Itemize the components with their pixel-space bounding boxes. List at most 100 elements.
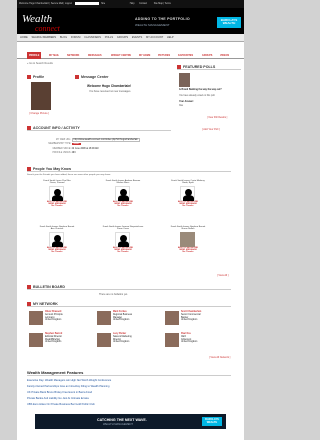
- nav-item-events[interactable]: EVENTS: [132, 36, 142, 39]
- view-all-network-link[interactable]: [ View All Network ]: [209, 356, 230, 359]
- feature-link[interactable]: UK Private Bank Bruno Broley Free Event …: [27, 391, 92, 394]
- header-banner: Wealth connect ADDING TO THE PORTFOLIO W…: [17, 8, 244, 34]
- bulletin-heading: BULLETIN BOARD: [27, 284, 231, 290]
- poll-voted-note: You have already voted on this poll.: [179, 95, 216, 97]
- person-card: Frank Smith knows Andrew Bozone Marker Ma…: [97, 180, 149, 207]
- footer-ad[interactable]: CATCHING THE NEXT WAVE. WEALTH MANAGEMEN…: [35, 414, 226, 429]
- no-thanks-button[interactable]: No Thanks: [97, 205, 149, 207]
- profile-heading: Profile: [27, 74, 44, 80]
- account-info-table: MY WEB URL: http://www.wealth-connect.co…: [31, 138, 141, 156]
- footer-ad-brand: BARCLAYS WEALTH: [202, 417, 222, 426]
- topbar-link-contact[interactable]: Contact: [139, 3, 147, 5]
- tab-groups[interactable]: GROUPS: [202, 52, 212, 59]
- poll-icon: [177, 65, 181, 70]
- topbar-link-help[interactable]: Help: [130, 3, 135, 5]
- site-logo-sub: connect: [35, 24, 60, 33]
- ad-subtitle: WEALTH MANAGEMENT: [135, 23, 170, 27]
- people-heading: People You May Know: [27, 166, 231, 172]
- view-all-people-link[interactable]: [ View All ]: [217, 274, 229, 277]
- person-card: Frank Smith knows Joanna Fitzpatrickson P…: [97, 226, 149, 253]
- add-poll-link[interactable]: [ Add Your Poll ]: [202, 128, 220, 131]
- avatar[interactable]: [49, 232, 64, 247]
- avatar[interactable]: [180, 186, 195, 201]
- avatar[interactable]: [165, 333, 179, 347]
- no-thanks-button[interactable]: No Thanks: [97, 251, 149, 253]
- ad-title[interactable]: ADDING TO THE PORTFOLIO: [135, 17, 190, 21]
- person-card: Frank Smith knows Stephen Barrett Ava Chr…: [31, 226, 83, 253]
- avatar[interactable]: [180, 232, 195, 247]
- nav-item-groups[interactable]: GROUPS: [117, 36, 128, 39]
- breadcrumb[interactable]: « Go to Search Results: [27, 62, 53, 65]
- change-picture-link[interactable]: [ Change Picture ]: [29, 112, 49, 115]
- features-heading: Wealth Management Features: [27, 370, 231, 376]
- bulletin-icon: [27, 285, 31, 290]
- avatar[interactable]: [165, 311, 179, 325]
- tab-my-home[interactable]: MY HOME: [139, 52, 150, 59]
- avatar[interactable]: [29, 333, 43, 347]
- avatar[interactable]: [97, 333, 111, 347]
- no-thanks-button[interactable]: No Thanks: [31, 251, 83, 253]
- tab-profile[interactable]: PROFILE: [27, 52, 42, 59]
- topbar-right-links[interactable]: Site Map | Terms: [154, 3, 171, 5]
- ad-brand-badge[interactable]: BARCLAYS WEALTH: [217, 17, 241, 28]
- no-thanks-button[interactable]: No Thanks: [162, 251, 214, 253]
- network-icon: [27, 302, 31, 307]
- avatar[interactable]: [97, 311, 111, 325]
- nav-item-home[interactable]: HOME: [20, 36, 28, 39]
- poll-thumbnail: [179, 73, 190, 87]
- search-scope[interactable]: Site: [101, 3, 105, 5]
- messages-status: You have received no new messages.: [89, 90, 132, 93]
- tab-widget-centre[interactable]: WIDGET CENTRE: [111, 52, 131, 59]
- profile-tabs: PROFILE MY MAIL NETWORK MESSAGES WIDGET …: [17, 52, 244, 59]
- people-sub: Search your the Friends you have added, …: [27, 174, 111, 176]
- account-info-heading: ACCOUNT INFO / ACTIVITY: [27, 125, 171, 131]
- nav-item-search[interactable]: SEARCH MEMBERS: [32, 36, 57, 39]
- tab-pictures[interactable]: PICTURES: [158, 52, 170, 59]
- nav-item-help[interactable]: HELP: [167, 36, 174, 39]
- feature-link[interactable]: Family-Owned Partnerships Give an Intra-…: [27, 385, 109, 388]
- tab-favourites[interactable]: FAVOURITES: [178, 52, 193, 59]
- poll-question[interactable]: Is Brand Banking the way the way out?: [179, 89, 222, 91]
- message-center-heading: Message Center: [75, 74, 109, 80]
- web-url-field[interactable]: http://www.wealth-connect.com/index.php?…: [71, 138, 140, 142]
- footer-ad-sub: WEALTH MANAGEMENT: [103, 423, 133, 426]
- footer-ad-title: CATCHING THE NEXT WAVE.: [97, 418, 147, 422]
- profile-photo: [31, 82, 51, 110]
- network-heading: MY NETWORK: [27, 301, 231, 307]
- welcome-message: Welcome Hugo Chamberlain!: [87, 84, 132, 88]
- feature-link[interactable]: Executive Day: Wealth Managers win High …: [27, 379, 111, 382]
- feature-link[interactable]: UBS Euro Hikes On Private Business Bar G…: [27, 403, 95, 406]
- membership-badge: Basic: [71, 143, 82, 146]
- main-nav: HOME SEARCH MEMBERS BLOG FORUM CLASSIFIE…: [17, 34, 244, 42]
- nav-item-blog[interactable]: BLOG: [60, 36, 67, 39]
- nav-item-polls[interactable]: POLLS: [105, 36, 113, 39]
- no-thanks-button[interactable]: No Thanks: [162, 205, 214, 207]
- no-thanks-button[interactable]: No Thanks: [31, 205, 83, 207]
- feature-link[interactable]: Private Banks And Liability Go Jest At I…: [27, 397, 89, 400]
- tab-network[interactable]: NETWORK: [67, 52, 79, 59]
- avatar[interactable]: [115, 186, 130, 201]
- welcome-text: Welcome Hugo Chamberlain! | Secure Mail …: [19, 3, 72, 5]
- page: Welcome Hugo Chamberlain! | Secure Mail …: [17, 0, 244, 440]
- avatar[interactable]: [115, 232, 130, 247]
- top-utility-bar: Welcome Hugo Chamberlain! | Secure Mail …: [17, 0, 244, 8]
- bulletin-empty: There are no bulletins yet.: [99, 293, 128, 296]
- avatar[interactable]: [49, 186, 64, 201]
- tab-messages[interactable]: MESSAGES: [88, 52, 102, 59]
- nav-item-forum[interactable]: FORUM: [71, 36, 81, 39]
- featured-polls-heading: FEATURED POLLS: [177, 64, 241, 70]
- poll-answer-label: Your Answer:: [179, 101, 194, 103]
- envelope-icon: [75, 75, 79, 80]
- avatar[interactable]: [29, 311, 43, 325]
- tab-my-mail[interactable]: MY MAIL: [49, 52, 59, 59]
- nav-item-account[interactable]: MY ACCOUNT: [146, 36, 163, 39]
- person-card: Frank Smith Loves Paul Bar Dierre, Prowad…: [31, 180, 83, 207]
- person-card: Frank Smith knows Cavin Marbury Beda, Bya…: [162, 180, 214, 207]
- view-poll-results-link[interactable]: [ View Poll Results ]: [207, 117, 227, 119]
- nav-item-classifieds[interactable]: CLASSIFIEDS: [84, 36, 101, 39]
- search-input[interactable]: [74, 1, 99, 5]
- poll-answer: Yes: [179, 105, 183, 107]
- person-card: Frank Smith knows Stephen Barrett Bruno N…: [162, 226, 214, 253]
- profile-icon: [27, 75, 31, 80]
- tab-videos[interactable]: VIDEOS: [220, 52, 229, 59]
